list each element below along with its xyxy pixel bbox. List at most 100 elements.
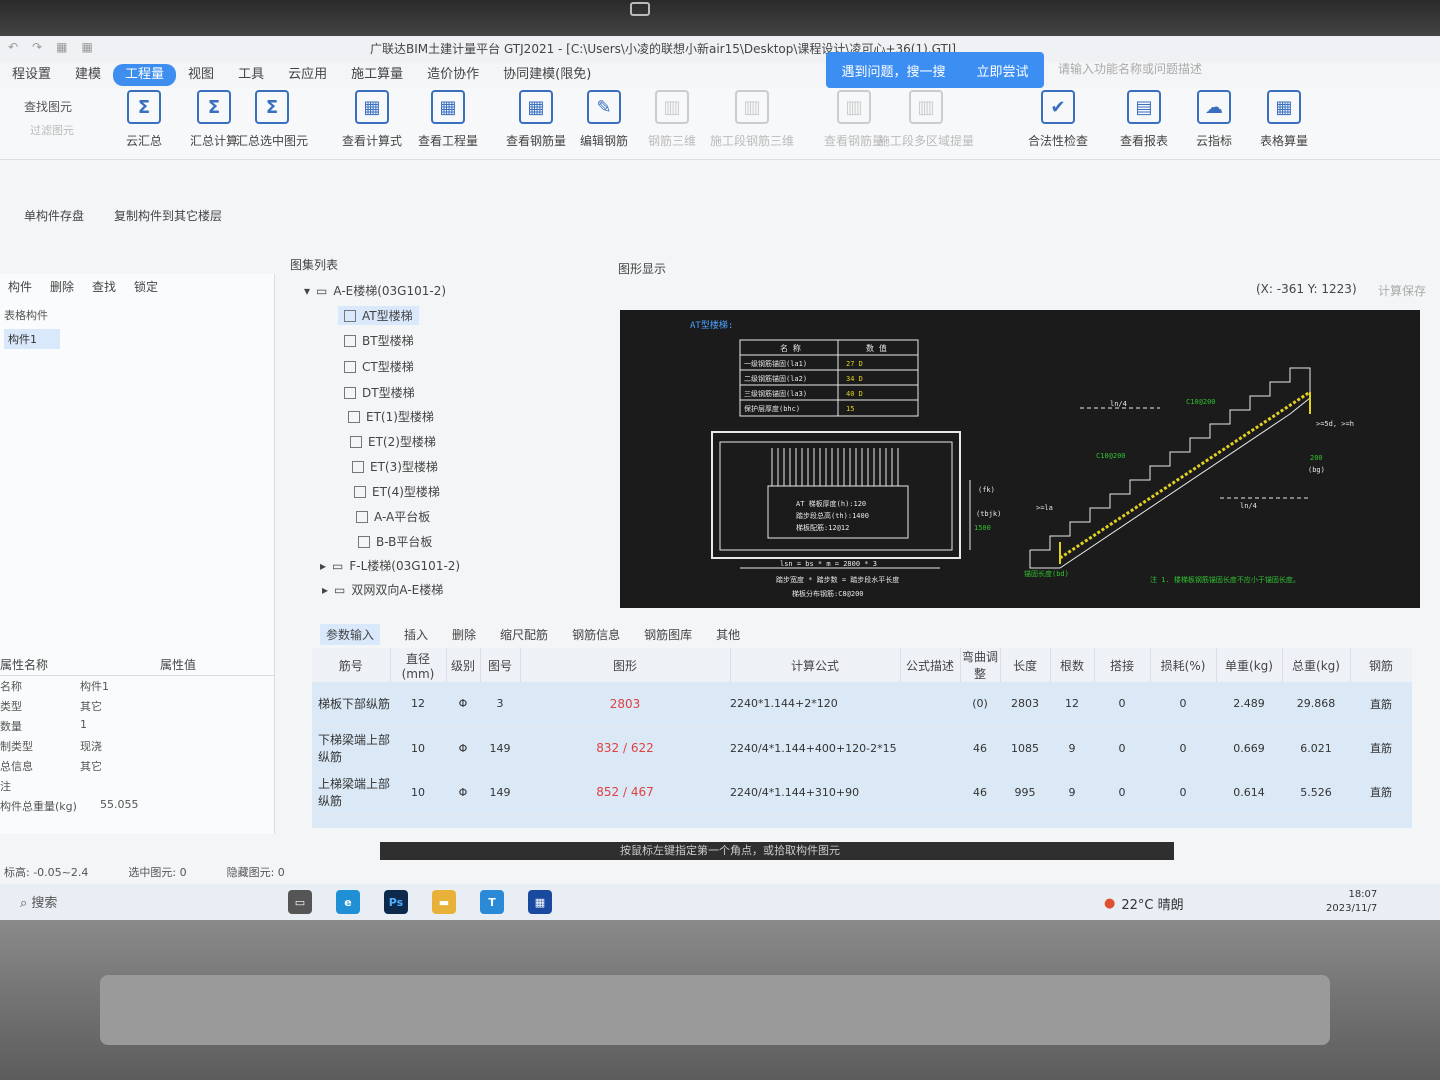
rebar-cell-total[interactable]: 5.526 — [1282, 770, 1350, 815]
edge-icon[interactable]: e — [336, 890, 360, 914]
gtj-app-icon[interactable]: ▦ — [528, 890, 552, 914]
filter-element-button[interactable]: 过滤图元 — [30, 122, 74, 138]
prop-row[interactable]: 总信息 其它 — [0, 758, 275, 774]
other-button[interactable]: 其他 — [716, 626, 740, 643]
ribbon-button[interactable]: ▥ 施工段钢筋三维 — [710, 90, 794, 149]
rebar-cell-length[interactable]: 1570 — [1000, 814, 1050, 828]
rebar-cell-bend[interactable]: 46 — [960, 726, 1000, 771]
rebar-cell-total[interactable]: 29.868 — [1282, 682, 1350, 727]
save-single-button[interactable]: 单构件存盘 — [24, 207, 84, 224]
ribbon-button[interactable]: Σ 汇总选中图元 — [234, 90, 310, 149]
grid-icon[interactable]: ▦ — [56, 40, 67, 54]
rebar-cell-fig[interactable]: 149 — [480, 770, 520, 815]
text-app-icon[interactable]: T — [480, 890, 504, 914]
menu-tools[interactable]: 工具 — [226, 64, 276, 86]
tree-item-at[interactable]: AT型楼梯 — [338, 306, 419, 325]
menu-view[interactable]: 视图 — [176, 64, 226, 86]
rebar-cell-name[interactable]: 梯板分布钢 — [312, 814, 390, 828]
rebar-cell-unit[interactable]: 0.614 — [1216, 770, 1282, 815]
tree-item[interactable]: DT型楼梯 — [344, 384, 415, 401]
delete-rebar-button[interactable]: 删除 — [452, 626, 476, 643]
rebar-cell-lap[interactable]: 0 — [1094, 726, 1150, 771]
rebar-cell-grade[interactable]: Φ — [446, 682, 480, 727]
tree-item[interactable]: ET(1)型楼梯 — [348, 408, 434, 425]
help-search-banner[interactable]: 遇到问题，搜一搜 立即尝试 — [826, 52, 1044, 88]
scale-rebar-button[interactable]: 缩尺配筋 — [500, 626, 548, 643]
rebar-cell-type[interactable]: 直筋 — [1350, 814, 1412, 828]
menu-quantity[interactable]: 工程量 — [113, 64, 177, 86]
function-search-input[interactable]: 请输入功能名称或问题描述 — [1056, 60, 1386, 82]
rebar-cell-fig[interactable]: 149 — [480, 726, 520, 771]
task-view-icon[interactable]: ▭ — [288, 890, 312, 914]
ribbon-button[interactable]: ▦ 查看工程量 — [410, 90, 486, 149]
ribbon-button[interactable]: ▥ 钢筋三维 — [634, 90, 710, 149]
find-element-button[interactable]: 查找图元 — [24, 98, 72, 115]
rebar-cell-unit[interactable]: 0.62 — [1216, 814, 1282, 828]
prop-row[interactable]: 名称 构件1 — [0, 678, 275, 694]
col-header[interactable]: 图形 — [520, 648, 731, 682]
redo-icon[interactable]: ↷ — [32, 40, 42, 54]
rebar-cell-grade[interactable]: Φ — [446, 814, 480, 828]
ribbon-button[interactable]: ▥ 施工段多区域提量 — [878, 90, 974, 149]
tree-item[interactable]: ET(4)型楼梯 — [354, 483, 440, 500]
weather-widget[interactable]: ● 22°C 晴朗 — [1104, 894, 1184, 913]
rebar-cell-fig[interactable]: 3 — [480, 814, 520, 828]
photoshop-icon[interactable]: Ps — [384, 890, 408, 914]
component-button[interactable]: 构件 — [8, 278, 32, 295]
rebar-cell-dia[interactable]: 12 — [390, 682, 446, 727]
calc-save-button[interactable]: 计算保存 — [1378, 282, 1426, 299]
menu-construction[interactable]: 施工算量 — [339, 64, 415, 86]
prop-row[interactable]: 类型 其它 — [0, 698, 275, 714]
col-header[interactable]: 钢筋 — [1350, 648, 1412, 682]
rebar-cell-shape[interactable]: 1570 — [520, 814, 730, 828]
rebar-cell-formula[interactable]: 1600-2*15 — [730, 814, 900, 828]
col-header[interactable]: 图号 — [480, 648, 521, 682]
rebar-cell-lap[interactable]: 0 — [1094, 814, 1150, 828]
lock-button[interactable]: 锁定 — [134, 278, 158, 295]
col-header[interactable]: 直径(mm) — [390, 648, 447, 682]
param-input-button[interactable]: 参数输入 — [320, 623, 381, 645]
rebar-cell-dia[interactable]: 10 — [390, 770, 446, 815]
tree-group-double[interactable]: ▸ ▭ 双网双向A-E楼梯 — [322, 581, 443, 598]
ribbon-button[interactable]: ✔ 合法性检查 — [1020, 90, 1096, 149]
col-header[interactable]: 搭接 — [1094, 648, 1151, 682]
col-header[interactable]: 计算公式 — [730, 648, 901, 682]
rebar-cell-total[interactable]: 6.021 — [1282, 726, 1350, 771]
rebar-row[interactable]: 梯板下部纵筋 12 Φ 3 2803 2240*1.144+2*120 (0) 2803 12 0… — [312, 682, 1412, 727]
rebar-cell-formula[interactable]: 2240*1.144+2*120 — [730, 682, 900, 727]
rebar-info-button[interactable]: 钢筋信息 — [572, 626, 620, 643]
rebar-row[interactable]: 梯板分布钢8Φ315701600-2*15(0)157022000.6213.6… — [312, 814, 1412, 828]
rebar-library-button[interactable]: 钢筋图库 — [644, 626, 692, 643]
copy-to-floor-button[interactable]: 复制构件到其它楼层 — [114, 207, 222, 224]
rebar-cell-grade[interactable]: Φ — [446, 726, 480, 771]
taskbar-search[interactable]: ⌕ 搜索 — [20, 892, 57, 911]
clock[interactable]: 18:07 2023/11/7 — [1326, 888, 1377, 916]
rebar-cell-bend[interactable]: (0) — [960, 814, 1000, 828]
tree-item[interactable]: BT型楼梯 — [344, 332, 414, 349]
rebar-cell-lap[interactable]: 0 — [1094, 770, 1150, 815]
col-header[interactable]: 总重(kg) — [1282, 648, 1351, 682]
ribbon-button[interactable]: ▦ 查看钢筋量 — [498, 90, 574, 149]
rebar-cell-unit[interactable]: 0.669 — [1216, 726, 1282, 771]
prop-row[interactable]: 数量 1 — [0, 718, 275, 734]
col-header[interactable]: 公式描述 — [900, 648, 961, 682]
tree-group-fl[interactable]: ▸ ▭ F-L楼梯(03G101-2) — [320, 557, 460, 574]
component-item[interactable]: 构件1 — [4, 329, 60, 349]
rebar-cell-desc[interactable] — [900, 726, 960, 771]
ribbon-button[interactable]: ✎ 编辑钢筋 — [566, 90, 642, 149]
tree-item[interactable]: ET(3)型楼梯 — [352, 458, 438, 475]
rebar-cell-loss[interactable]: 0 — [1150, 770, 1216, 815]
tree-group-ae[interactable]: ▾ ▭ A-E楼梯(03G101-2) — [304, 282, 446, 299]
col-header[interactable]: 筋号 — [312, 648, 391, 682]
tree-item[interactable]: B-B平台板 — [358, 533, 432, 550]
rebar-cell-dia[interactable]: 8 — [390, 814, 446, 828]
rebar-cell-length[interactable]: 1085 — [1000, 726, 1050, 771]
menu-settings[interactable]: 程设置 — [0, 64, 63, 86]
col-header[interactable]: 损耗(%) — [1150, 648, 1217, 682]
rebar-cell-length[interactable]: 2803 — [1000, 682, 1050, 727]
find-button[interactable]: 查找 — [92, 278, 116, 295]
rebar-cell-formula[interactable]: 2240/4*1.144+310+90 — [730, 770, 900, 815]
menu-model[interactable]: 建模 — [63, 64, 113, 86]
tree-item[interactable]: ET(2)型楼梯 — [350, 433, 436, 450]
chevron-down-icon[interactable]: ▾ — [304, 284, 310, 298]
